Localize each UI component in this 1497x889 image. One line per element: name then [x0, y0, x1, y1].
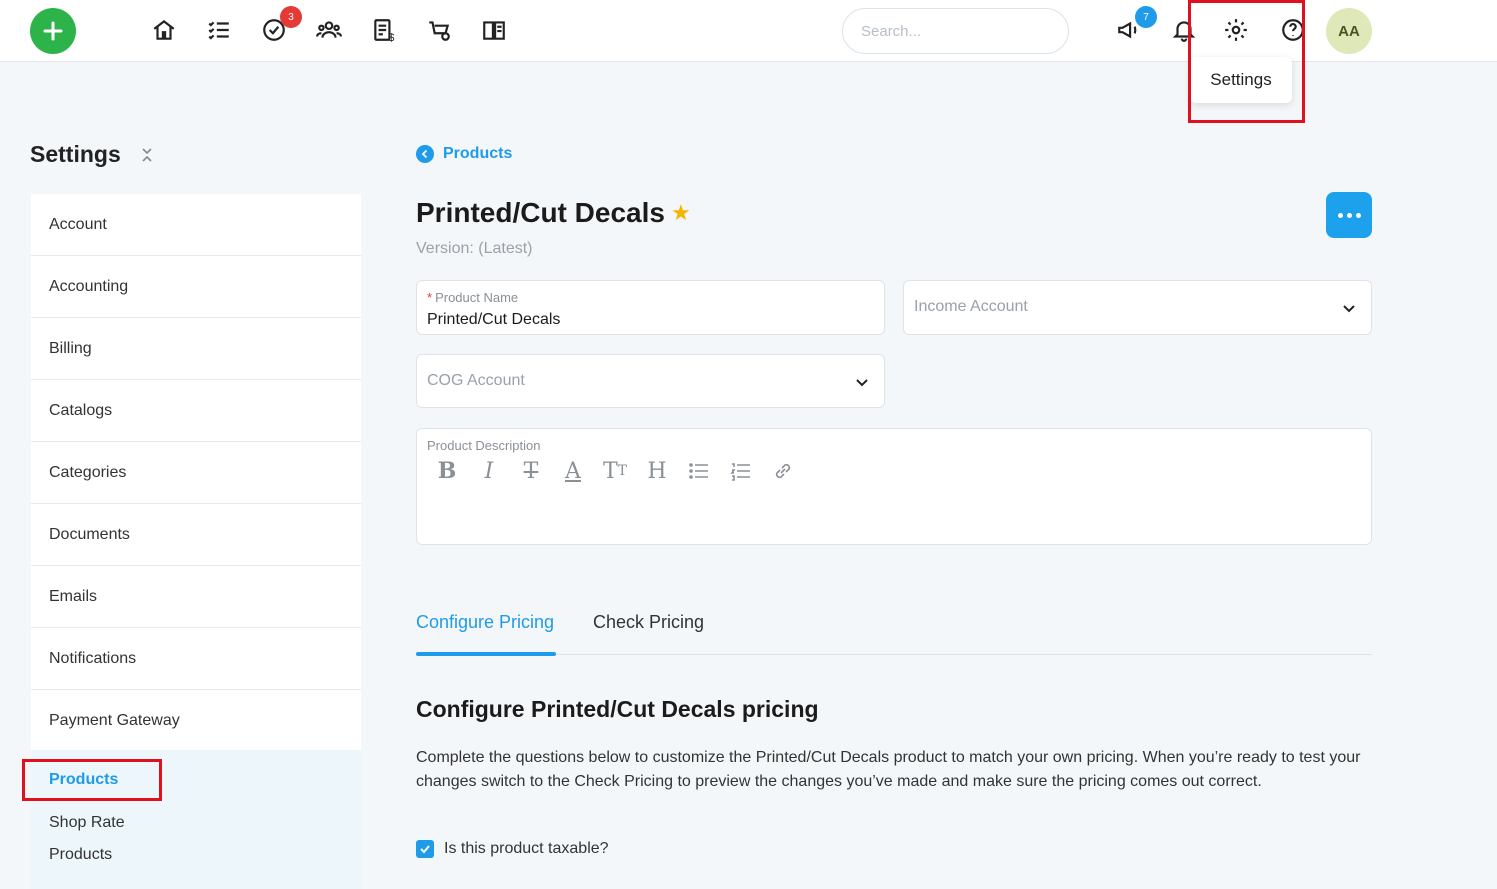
invoice-icon: $: [374, 19, 394, 43]
collapse-icon[interactable]: [139, 145, 155, 165]
product-description-label: Product Description: [427, 438, 541, 453]
announcements-badge: 7: [1135, 6, 1157, 28]
page-title: Printed/Cut Decals ★: [416, 197, 691, 229]
sidebar-title: Settings: [30, 141, 121, 167]
numbered-list-icon[interactable]: [729, 459, 753, 483]
customers-nav-button[interactable]: [315, 16, 343, 44]
product-name-label: * Product Name: [427, 290, 519, 305]
add-button[interactable]: [30, 8, 76, 54]
section-title: Configure Printed/Cut Decals pricing: [416, 696, 819, 722]
sidebar-item-accounting[interactable]: Accounting: [31, 256, 361, 318]
bullet-list-icon[interactable]: [687, 459, 711, 483]
taxable-label: Is this product taxable?: [444, 840, 609, 857]
sidebar-item-billing[interactable]: Billing: [31, 318, 361, 380]
users-icon: [316, 21, 342, 38]
chevron-left-icon: [416, 145, 434, 163]
check-icon: [420, 845, 430, 854]
breadcrumb-label: Products: [443, 145, 513, 162]
tab-check-pricing[interactable]: Check Pricing: [593, 612, 704, 633]
dot-icon: [1355, 212, 1361, 218]
heading-icon[interactable]: H: [645, 459, 669, 484]
search-input[interactable]: [842, 8, 1069, 54]
highlight-products-box: [22, 759, 162, 801]
highlight-settings-box: [1188, 0, 1305, 123]
sidebar-item-account[interactable]: Account: [31, 194, 361, 256]
page-title-text: Printed/Cut Decals: [416, 197, 665, 228]
text-size-icon[interactable]: TT: [603, 459, 627, 484]
dot-icon: [1346, 212, 1352, 218]
catalog-nav-button[interactable]: [480, 16, 508, 44]
sidebar-subitem-products[interactable]: Products: [49, 846, 112, 864]
active-tab-indicator: [416, 652, 556, 656]
chevron-down-icon: [1343, 305, 1355, 313]
user-avatar[interactable]: AA: [1326, 8, 1372, 54]
more-options-button[interactable]: [1326, 192, 1372, 238]
home-nav-button[interactable]: [150, 16, 178, 44]
sidebar-subitem-shop-rate[interactable]: Shop Rate: [49, 814, 125, 832]
income-account-placeholder: Income Account: [914, 298, 1028, 315]
sidebar-item-categories[interactable]: Categories: [31, 442, 361, 504]
checklist-icon: [208, 21, 229, 40]
sidebar-item-catalogs[interactable]: Catalogs: [31, 380, 361, 442]
plus-icon: [43, 21, 63, 41]
chevron-down-icon: [856, 379, 868, 387]
tasks-badge: 3: [280, 6, 302, 28]
link-icon[interactable]: [771, 459, 795, 483]
list-nav-button[interactable]: [205, 16, 233, 44]
section-description: Complete the questions below to customiz…: [416, 749, 1361, 790]
dot-icon: [1337, 212, 1343, 218]
cog-account-select[interactable]: COG Account: [416, 354, 885, 408]
sidebar-item-payment-gateway[interactable]: Payment Gateway: [31, 690, 361, 752]
italic-icon[interactable]: I: [477, 459, 501, 484]
invoices-nav-button[interactable]: $: [370, 16, 398, 44]
shop-nav-button[interactable]: [425, 16, 453, 44]
pricing-tabs: Configure Pricing Check Pricing: [416, 610, 1372, 656]
tab-configure-pricing[interactable]: Configure Pricing: [416, 612, 554, 633]
star-icon[interactable]: ★: [671, 200, 691, 226]
sidebar-item-documents[interactable]: Documents: [31, 504, 361, 566]
version-label: Version: (Latest): [416, 240, 533, 257]
book-icon: [483, 21, 505, 40]
cog-account-placeholder: COG Account: [427, 372, 525, 389]
bold-icon[interactable]: B: [435, 458, 459, 484]
income-account-select[interactable]: Income Account: [903, 280, 1372, 335]
product-description-editor[interactable]: Product Description B I T A TT H: [416, 428, 1372, 545]
home-icon: [153, 19, 175, 40]
svg-text:$: $: [388, 32, 394, 43]
taxable-checkbox-row[interactable]: Is this product taxable?: [416, 840, 609, 858]
font-color-icon[interactable]: A: [561, 459, 585, 484]
settings-menu: Account Accounting Billing Catalogs Cate…: [31, 194, 361, 752]
product-name-field[interactable]: * Product Name Printed/Cut Decals: [416, 280, 885, 335]
tasks-nav-button[interactable]: 3: [260, 6, 302, 44]
strikethrough-icon[interactable]: T: [519, 459, 543, 484]
sidebar-item-emails[interactable]: Emails: [31, 566, 361, 628]
cart-gear-icon: [429, 21, 450, 41]
announcements-button[interactable]: 7: [1115, 6, 1157, 44]
product-name-value[interactable]: Printed/Cut Decals: [427, 311, 560, 329]
editor-toolbar: B I T A TT H: [435, 458, 795, 484]
breadcrumb-back-link[interactable]: Products: [416, 145, 512, 163]
taxable-checkbox[interactable]: [416, 840, 434, 858]
sidebar-item-notifications[interactable]: Notifications: [31, 628, 361, 690]
